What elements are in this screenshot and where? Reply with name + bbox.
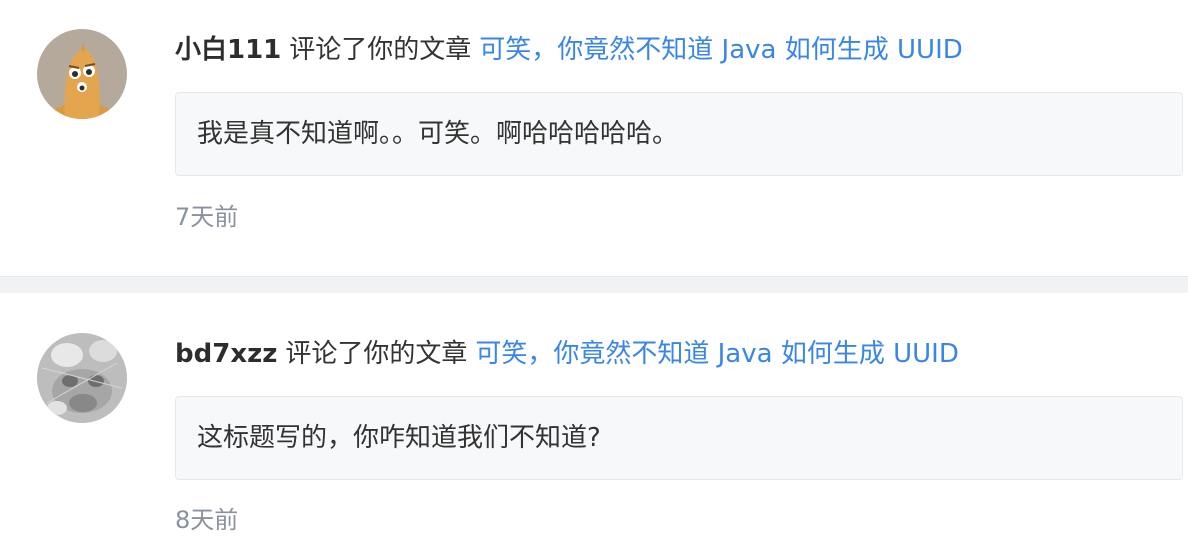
notification-headline: 小白111 评论了你的文章 可笑，你竟然不知道 Java 如何生成 UUID bbox=[175, 32, 963, 68]
timestamp: 8天前 bbox=[175, 506, 239, 534]
avatar[interactable] bbox=[37, 333, 127, 423]
comment-box: 这标题写的，你咋知道我们不知道? bbox=[175, 396, 1183, 480]
comment-text: 这标题写的，你咋知道我们不知道? bbox=[197, 423, 601, 453]
username[interactable]: 小白111 bbox=[175, 35, 281, 65]
avatar[interactable] bbox=[37, 29, 127, 119]
username[interactable]: bd7xzz bbox=[175, 339, 277, 369]
article-link[interactable]: 可笑，你竟然不知道 Java 如何生成 UUID bbox=[475, 339, 958, 369]
comment-box: 我是真不知道啊。。可笑。啊哈哈哈哈哈。 bbox=[175, 92, 1183, 176]
action-text: 评论了你的文章 bbox=[285, 339, 468, 369]
divider bbox=[0, 276, 1188, 293]
action-text: 评论了你的文章 bbox=[289, 35, 472, 65]
notification-item: 小白111 评论了你的文章 可笑，你竟然不知道 Java 如何生成 UUID 我是真… bbox=[0, 0, 1188, 276]
cartoon-avatar-icon bbox=[37, 29, 127, 119]
comment-text: 我是真不知道啊。。可笑。啊哈哈哈哈哈。 bbox=[197, 119, 679, 149]
timestamp: 7天前 bbox=[175, 203, 239, 231]
notification-headline: bd7xzz 评论了你的文章 可笑，你竟然不知道 Java 如何生成 UUID bbox=[175, 336, 959, 372]
article-link[interactable]: 可笑，你竟然不知道 Java 如何生成 UUID bbox=[479, 35, 962, 65]
notification-item: bd7xzz 评论了你的文章 可笑，你竟然不知道 Java 如何生成 UUID 这标… bbox=[0, 293, 1188, 556]
photo-avatar-icon bbox=[37, 333, 127, 423]
